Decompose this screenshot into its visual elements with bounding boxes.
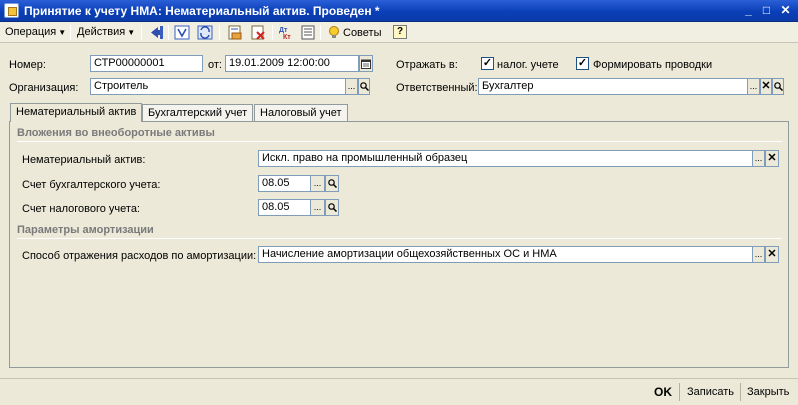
help-button[interactable]: ? bbox=[393, 25, 407, 39]
post-document-icon[interactable] bbox=[174, 25, 190, 40]
intangible-asset-field[interactable]: Искл. право на промышленный образец bbox=[258, 150, 753, 167]
section-divider bbox=[17, 141, 782, 142]
intangible-asset-clear-button[interactable]: ✕ bbox=[765, 150, 779, 167]
structure-icon[interactable] bbox=[300, 25, 316, 40]
minimize-button[interactable]: _ bbox=[740, 3, 757, 18]
footer-bar: OK Записать Закрыть bbox=[0, 378, 798, 405]
amortization-method-clear-button[interactable]: ✕ bbox=[765, 246, 779, 263]
date-field[interactable]: 19.01.2009 12:00:00 bbox=[225, 55, 359, 72]
section-divider bbox=[17, 238, 782, 239]
dropdown-arrow-icon: ▼ bbox=[127, 28, 136, 37]
tips-button[interactable]: Советы bbox=[327, 25, 381, 40]
tab-accounting[interactable]: Бухгалтерский учет bbox=[142, 104, 254, 122]
tips-icon bbox=[329, 26, 339, 38]
calendar-button[interactable] bbox=[359, 55, 373, 72]
ellipsis-icon: ... bbox=[754, 249, 763, 259]
close-button[interactable]: Закрыть bbox=[747, 384, 789, 400]
date-label: от: bbox=[208, 59, 222, 71]
refresh-icon[interactable] bbox=[197, 25, 213, 40]
actions-menu[interactable]: Действия ▼ bbox=[77, 25, 135, 40]
calendar-icon bbox=[361, 59, 371, 69]
toolbar: Операция ▼ Действия ▼ Дт Кт Советы ? bbox=[0, 22, 798, 43]
responsible-select-button[interactable]: ... bbox=[748, 78, 760, 95]
checkmark-icon: ✓ bbox=[482, 57, 493, 69]
magnifier-icon bbox=[773, 82, 783, 92]
clear-x-icon: ✕ bbox=[761, 80, 771, 92]
magnifier-icon bbox=[327, 179, 337, 189]
window-title: Принятие к учету НМА: Нематериальный акт… bbox=[24, 4, 380, 18]
movements-icon[interactable] bbox=[227, 25, 243, 40]
ok-button[interactable]: OK bbox=[654, 384, 672, 400]
maximize-button[interactable]: □ bbox=[758, 3, 775, 18]
back-arrow-icon[interactable] bbox=[149, 25, 165, 40]
tab-intangible-asset[interactable]: Нематериальный актив bbox=[10, 103, 143, 122]
number-field[interactable]: СТР00000001 bbox=[90, 55, 203, 72]
footer-separator bbox=[679, 383, 680, 401]
amortization-section-title: Параметры амортизации bbox=[17, 224, 154, 236]
ellipsis-icon: ... bbox=[347, 81, 356, 91]
ellipsis-icon: ... bbox=[754, 153, 763, 163]
intangible-asset-label: Нематериальный актив: bbox=[22, 154, 146, 166]
toolbar-separator bbox=[168, 25, 169, 40]
organization-select-button[interactable]: ... bbox=[346, 78, 358, 95]
responsible-open-button[interactable] bbox=[772, 78, 784, 95]
clear-x-icon: ✕ bbox=[767, 248, 777, 260]
accounting-account-select-button[interactable]: ... bbox=[311, 175, 325, 192]
organization-label: Организация: bbox=[9, 82, 79, 94]
responsible-clear-button[interactable]: ✕ bbox=[760, 78, 772, 95]
organization-field[interactable]: Строитель bbox=[90, 78, 346, 95]
toolbar-separator bbox=[272, 25, 273, 40]
tax-accounting-label: налог. учете bbox=[497, 59, 559, 71]
generate-postings-label: Формировать проводки bbox=[593, 59, 713, 71]
accounting-account-open-button[interactable] bbox=[325, 175, 339, 192]
operation-menu-label: Операция bbox=[5, 26, 57, 38]
close-window-button[interactable]: ✕ bbox=[777, 3, 794, 18]
organization-open-button[interactable] bbox=[358, 78, 370, 95]
generate-postings-checkbox[interactable]: ✓ bbox=[576, 57, 589, 70]
save-button[interactable]: Записать bbox=[687, 384, 734, 400]
tax-account-field[interactable]: 08.05 bbox=[258, 199, 311, 216]
toolbar-separator bbox=[320, 25, 321, 40]
toolbar-separator bbox=[141, 25, 142, 40]
responsible-field[interactable]: Бухгалтер bbox=[478, 78, 748, 95]
title-bar: Принятие к учету НМА: Нематериальный акт… bbox=[0, 0, 798, 22]
tax-accounting-checkbox[interactable]: ✓ bbox=[481, 57, 494, 70]
tax-account-open-button[interactable] bbox=[325, 199, 339, 216]
actions-menu-label: Действия bbox=[77, 26, 126, 38]
document-icon bbox=[4, 3, 19, 18]
tab-tax-accounting[interactable]: Налоговый учет bbox=[254, 104, 348, 122]
debit-credit-icon[interactable]: Дт Кт bbox=[278, 25, 294, 40]
amortization-method-label: Способ отражения расходов по амортизации… bbox=[22, 250, 257, 262]
ellipsis-icon: ... bbox=[313, 178, 322, 188]
checkmark-icon: ✓ bbox=[577, 57, 588, 69]
tax-account-select-button[interactable]: ... bbox=[311, 199, 325, 216]
magnifier-icon bbox=[327, 203, 337, 213]
clear-x-icon: ✕ bbox=[767, 152, 777, 164]
dropdown-arrow-icon: ▼ bbox=[58, 28, 67, 37]
tax-account-label: Счет налогового учета: bbox=[22, 203, 140, 215]
accounting-account-field[interactable]: 08.05 bbox=[258, 175, 311, 192]
toolbar-separator bbox=[70, 25, 71, 40]
ellipsis-icon: ... bbox=[749, 81, 758, 91]
number-label: Номер: bbox=[9, 59, 46, 71]
ellipsis-icon: ... bbox=[313, 202, 322, 212]
operation-menu[interactable]: Операция ▼ bbox=[5, 25, 66, 40]
amortization-method-select-button[interactable]: ... bbox=[753, 246, 765, 263]
intangible-asset-select-button[interactable]: ... bbox=[753, 150, 765, 167]
responsible-label: Ответственный: bbox=[396, 82, 478, 94]
investments-section-title: Вложения во внеоборотные активы bbox=[17, 127, 215, 139]
reflect-label: Отражать в: bbox=[396, 59, 458, 71]
tips-label: Советы bbox=[343, 27, 382, 39]
svg-text:Кт: Кт bbox=[283, 34, 291, 40]
amortization-method-field[interactable]: Начисление амортизации общехозяйственных… bbox=[258, 246, 753, 263]
accounting-account-label: Счет бухгалтерского учета: bbox=[22, 179, 161, 191]
toolbar-separator bbox=[219, 25, 220, 40]
delete-movements-icon[interactable] bbox=[250, 25, 266, 40]
magnifier-icon bbox=[359, 82, 369, 92]
footer-separator bbox=[740, 383, 741, 401]
svg-text:Дт: Дт bbox=[279, 27, 288, 34]
